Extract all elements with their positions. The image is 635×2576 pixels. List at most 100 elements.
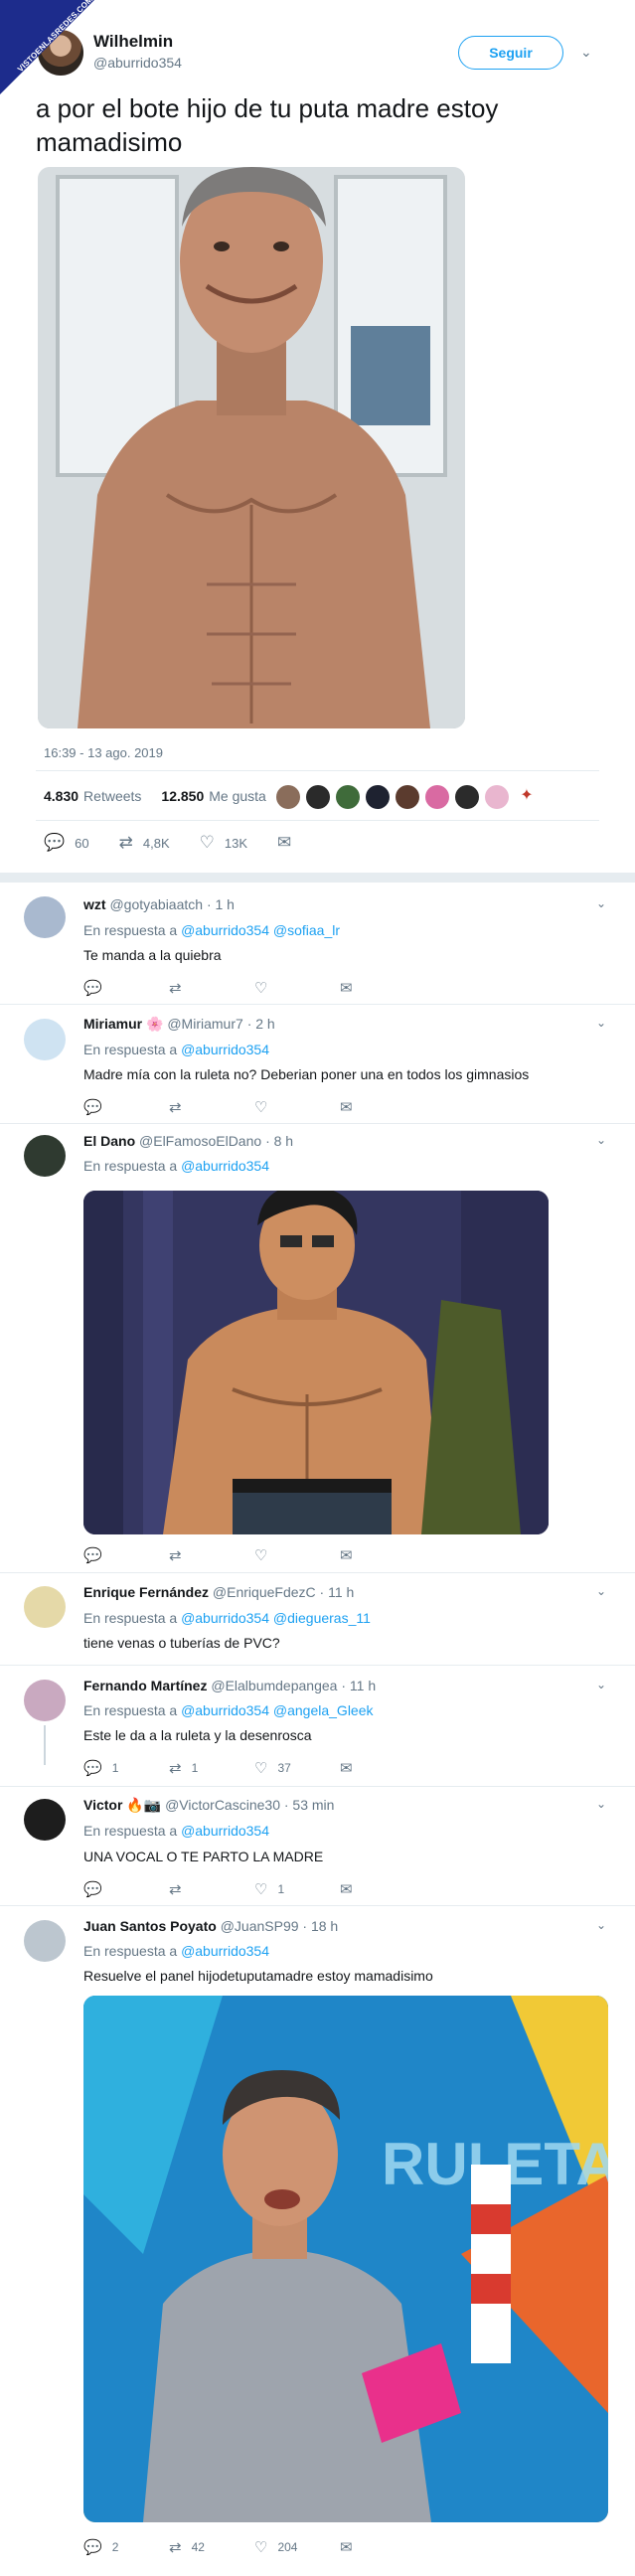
reply-to-link[interactable]: @aburrido354 @sofiaa_lr — [181, 922, 340, 938]
avatar[interactable] — [24, 1019, 66, 1060]
message-button[interactable]: ✉ — [277, 833, 301, 853]
reply-author-name[interactable]: wzt — [83, 896, 106, 912]
like-button[interactable]: ♡ 13K — [200, 833, 247, 853]
chevron-down-icon[interactable]: ⌄ — [596, 896, 606, 910]
reply-time[interactable]: · 11 h — [341, 1678, 376, 1693]
message-button[interactable]: ✉ — [340, 1880, 425, 1898]
reply-author-name[interactable]: Victor 🔥📷 — [83, 1797, 161, 1813]
reply-button[interactable]: 💬 — [83, 1880, 169, 1898]
reply-time[interactable]: · 18 h — [302, 1918, 338, 1934]
avatar[interactable] — [306, 785, 330, 809]
reply-to-link[interactable]: @aburrido354 — [181, 1823, 269, 1839]
retweet-button[interactable]: ⇄ 1 — [169, 1759, 254, 1777]
chevron-down-icon[interactable]: ⌄ — [596, 1016, 606, 1030]
section-divider — [0, 873, 635, 883]
reply-media-image[interactable] — [83, 1191, 549, 1534]
retweet-button[interactable]: ⇄ — [169, 979, 254, 997]
reply-time[interactable]: · 11 h — [320, 1584, 355, 1600]
like-button[interactable]: ♡ 204 — [254, 2538, 340, 2556]
avatar[interactable] — [24, 1920, 66, 1962]
reply-to-link[interactable]: @aburrido354 @angela_Gleek — [181, 1702, 373, 1718]
like-button[interactable]: ♡ 37 — [254, 1759, 340, 1777]
reply-author-handle[interactable]: @ElFamosoElDano — [139, 1133, 261, 1149]
avatar[interactable] — [24, 1135, 66, 1177]
reply-count: 60 — [75, 835, 89, 851]
author-handle[interactable]: @aburrido354 — [93, 55, 182, 71]
reply-icon: 💬 — [83, 980, 102, 997]
reply-to-link[interactable]: @aburrido354 @diegueras_11 — [181, 1610, 371, 1626]
reply-button[interactable]: 💬 60 — [44, 833, 89, 853]
reply-button[interactable]: 💬 — [83, 1546, 169, 1564]
message-button[interactable]: ✉ — [340, 1546, 425, 1564]
likes-label[interactable]: Me gusta — [209, 788, 266, 804]
envelope-icon: ✉ — [277, 833, 292, 852]
reply-author-handle[interactable]: @Miriamur7 — [167, 1016, 242, 1032]
message-button[interactable]: ✉ — [340, 2538, 425, 2556]
reply-author-name[interactable]: Juan Santos Poyato — [83, 1918, 217, 1934]
reply-to-link[interactable]: @aburrido354 — [181, 1158, 269, 1174]
like-button[interactable]: ♡ — [254, 1546, 340, 1564]
reply-author-name[interactable]: Miriamur 🌸 — [83, 1016, 163, 1032]
divider — [0, 1004, 635, 1005]
message-button[interactable]: ✉ — [340, 979, 425, 997]
chevron-down-icon[interactable]: ⌄ — [596, 1133, 606, 1147]
avatar[interactable] — [276, 785, 300, 809]
reply-author-handle[interactable]: @JuanSP99 — [221, 1918, 299, 1934]
chevron-down-icon[interactable]: ⌄ — [596, 1797, 606, 1811]
likes-count[interactable]: 12.850 — [161, 788, 204, 804]
like-button[interactable]: ♡ — [254, 1098, 340, 1116]
chevron-down-icon[interactable]: ⌄ — [596, 1918, 606, 1932]
avatar[interactable] — [24, 1586, 66, 1628]
tweet-photo[interactable] — [38, 167, 465, 728]
reply-time[interactable]: · 53 min — [284, 1797, 335, 1813]
reply-author-name[interactable]: El Dano — [83, 1133, 135, 1149]
like-button[interactable]: ♡ 1 — [254, 1880, 340, 1898]
avatar[interactable] — [24, 1799, 66, 1841]
like-button[interactable]: ♡ — [254, 979, 340, 997]
reply-prefix: En respuesta a — [83, 922, 178, 938]
reply-button[interactable]: 💬 2 — [83, 2538, 169, 2556]
avatar[interactable] — [425, 785, 449, 809]
message-button[interactable]: ✉ — [340, 1759, 425, 1777]
reply-to-link[interactable]: @aburrido354 — [181, 1042, 269, 1057]
retweets-count[interactable]: 4.830 — [44, 788, 79, 804]
tweet-timestamp[interactable]: 16:39 - 13 ago. 2019 — [44, 745, 163, 760]
retweet-button[interactable]: ⇄ — [169, 1546, 254, 1564]
reply-author-name[interactable]: Enrique Fernández — [83, 1584, 209, 1600]
avatar[interactable] — [366, 785, 390, 809]
avatar[interactable] — [24, 896, 66, 938]
retweet-button[interactable]: ⇄ 4,8K — [119, 833, 170, 853]
envelope-icon: ✉ — [340, 1547, 353, 1564]
message-button[interactable]: ✉ — [340, 1098, 425, 1116]
follow-button[interactable]: Seguir — [458, 36, 563, 70]
avatar[interactable]: ✦ — [515, 785, 539, 809]
reply-time[interactable]: · 2 h — [247, 1016, 275, 1032]
reply-author-name[interactable]: Fernando Martínez — [83, 1678, 207, 1693]
reply-author-handle[interactable]: @VictorCascine30 — [165, 1797, 280, 1813]
reply-to-link[interactable]: @aburrido354 — [181, 1943, 269, 1959]
avatar[interactable] — [336, 785, 360, 809]
reply-button[interactable]: 💬 1 — [83, 1759, 169, 1777]
chevron-down-icon[interactable]: ⌄ — [596, 1584, 606, 1598]
avatar[interactable] — [396, 785, 419, 809]
author-name[interactable]: Wilhelmin — [93, 32, 173, 52]
reply-author-handle[interactable]: @Elalbumdepangea — [211, 1678, 337, 1693]
retweet-button[interactable]: ⇄ 42 — [169, 2538, 254, 2556]
avatar[interactable] — [24, 1680, 66, 1721]
reply-media-image[interactable]: RULETA DE LA SUERTE — [83, 1996, 608, 2522]
reply-author-handle[interactable]: @EnriqueFdezC — [213, 1584, 316, 1600]
chevron-down-icon[interactable]: ⌄ — [580, 44, 592, 61]
retweet-button[interactable]: ⇄ — [169, 1098, 254, 1116]
retweet-button[interactable]: ⇄ — [169, 1880, 254, 1898]
reply-actions: 💬 ⇄ ♡ ✉ — [83, 1098, 425, 1116]
reply-time[interactable]: · 8 h — [265, 1133, 293, 1149]
reply-button[interactable]: 💬 — [83, 1098, 169, 1116]
chevron-down-icon[interactable]: ⌄ — [596, 1678, 606, 1691]
reply-author-handle[interactable]: @gotyabiaatch — [109, 896, 203, 912]
avatar[interactable] — [455, 785, 479, 809]
avatar[interactable] — [485, 785, 509, 809]
retweets-label[interactable]: Retweets — [83, 788, 141, 804]
reply-time[interactable]: · 1 h — [207, 896, 235, 912]
reply-button[interactable]: 💬 — [83, 979, 169, 997]
reply-prefix: En respuesta a — [83, 1042, 178, 1057]
